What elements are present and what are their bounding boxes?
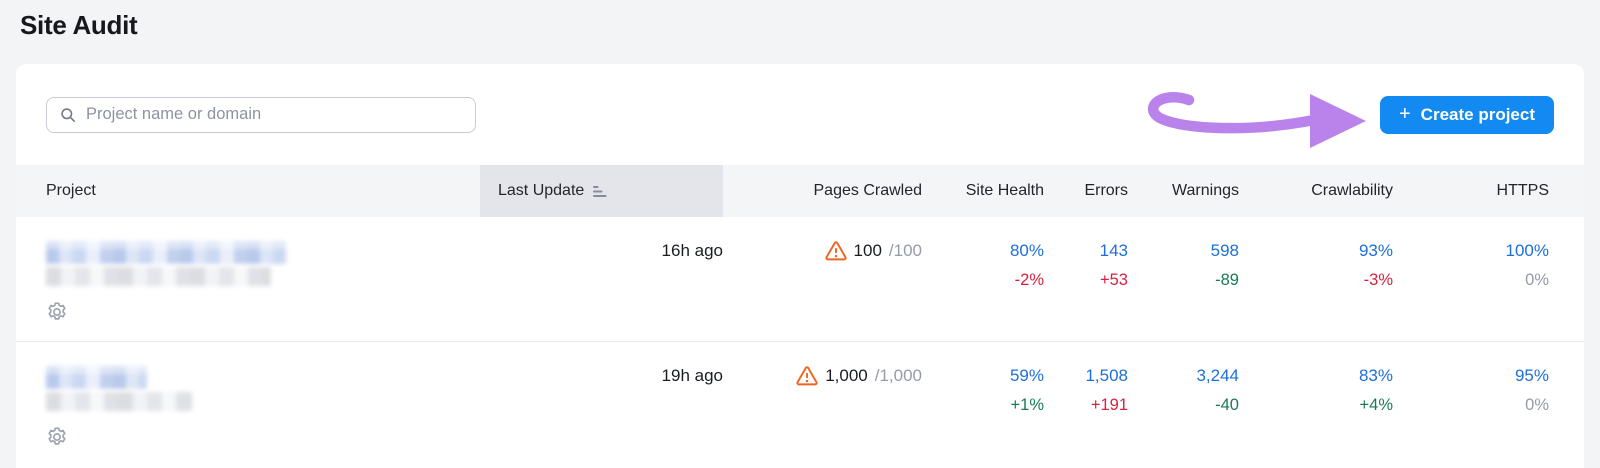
pages-crawled-cell: 100/100 [723,217,922,342]
site-health-value[interactable]: 80% [922,239,1044,263]
errors-delta: +53 [1100,271,1128,289]
create-project-button[interactable]: + Create project [1379,95,1554,134]
column-header-project[interactable]: Project [16,165,480,217]
column-header-warnings[interactable]: Warnings [1128,165,1239,217]
crawlability-value[interactable]: 93% [1239,239,1393,263]
errors-cell: 1,508 +191 [1044,341,1128,465]
column-header-https[interactable]: HTTPS [1393,165,1584,217]
https-delta: 0% [1525,395,1549,414]
column-header-last-update[interactable]: Last Update [480,165,723,217]
toolbar: + Create project [16,64,1584,165]
redacted-project-name[interactable] [46,365,147,389]
https-cell: 95% 0% [1393,341,1584,465]
last-update-label: Last Update [498,182,585,199]
project-search-box[interactable] [46,96,476,133]
errors-value[interactable]: 1,508 [1044,364,1128,388]
https-cell: 100% 0% [1393,217,1584,342]
crawlability-value[interactable]: 83% [1239,364,1393,388]
warning-triangle-icon [824,241,847,261]
column-header-site-health[interactable]: Site Health [922,165,1044,217]
table-row: 16h ago 100/100 80% -2% 143 +53 598 -89 … [16,217,1584,342]
site-health-cell: 59% +1% [922,341,1044,465]
warnings-value[interactable]: 3,244 [1128,364,1239,388]
https-value[interactable]: 95% [1393,364,1549,388]
create-project-label: Create project [1420,104,1535,124]
project-cell [16,217,480,342]
last-update-cell: 16h ago [480,217,723,342]
table-row: 19h ago 1,000/1,000 59% +1% 1,508 +191 3… [16,341,1584,465]
warning-triangle-icon [796,365,818,386]
sort-descending-icon [593,185,608,198]
site-health-cell: 80% -2% [922,217,1044,342]
https-delta: 0% [1525,271,1549,289]
errors-delta: +191 [1090,395,1128,414]
warnings-delta: -89 [1215,271,1239,289]
search-icon [60,107,76,123]
crawlability-delta: +4% [1359,395,1393,414]
project-settings-button[interactable] [46,301,68,323]
warnings-cell: 598 -89 [1128,217,1239,342]
project-settings-button[interactable] [46,426,68,448]
redacted-project-domain [46,267,271,286]
site-health-delta: +1% [1010,395,1044,414]
search-input[interactable] [86,105,462,124]
warnings-cell: 3,244 -40 [1128,341,1239,465]
site-health-delta: -2% [1014,271,1044,289]
gear-icon [46,426,68,448]
warnings-delta: -40 [1215,395,1239,414]
projects-table: Project Last Update Pages Crawled Site H… [16,165,1584,465]
column-header-pages-crawled[interactable]: Pages Crawled [723,165,922,217]
plus-icon: + [1398,102,1411,125]
project-cell [16,341,480,465]
pages-crawled-cell: 1,000/1,000 [723,341,922,465]
annotation-arrow-icon [1148,92,1366,148]
crawlability-cell: 83% +4% [1239,341,1393,465]
page-title: Site Audit [20,10,138,40]
site-audit-panel: + Create project Project Last Update [16,64,1584,468]
pages-crawled-value: 100 [853,241,882,260]
crawlability-delta: -3% [1363,271,1393,289]
column-header-crawlability[interactable]: Crawlability [1239,165,1393,217]
column-header-errors[interactable]: Errors [1044,165,1128,217]
pages-crawled-value: 1,000 [825,365,868,385]
errors-cell: 143 +53 [1044,217,1128,342]
warnings-value[interactable]: 598 [1128,239,1239,263]
errors-value[interactable]: 143 [1044,239,1128,263]
last-update-cell: 19h ago [661,365,723,385]
site-health-value[interactable]: 59% [922,364,1044,388]
https-value[interactable]: 100% [1393,239,1549,263]
gear-icon [46,301,68,323]
redacted-project-domain [46,391,192,411]
pages-crawled-total: /100 [888,241,922,260]
crawlability-cell: 93% -3% [1239,217,1393,342]
redacted-project-name[interactable] [46,241,286,264]
table-header-row: Project Last Update Pages Crawled Site H… [16,165,1584,217]
pages-crawled-total: /1,000 [874,365,922,385]
